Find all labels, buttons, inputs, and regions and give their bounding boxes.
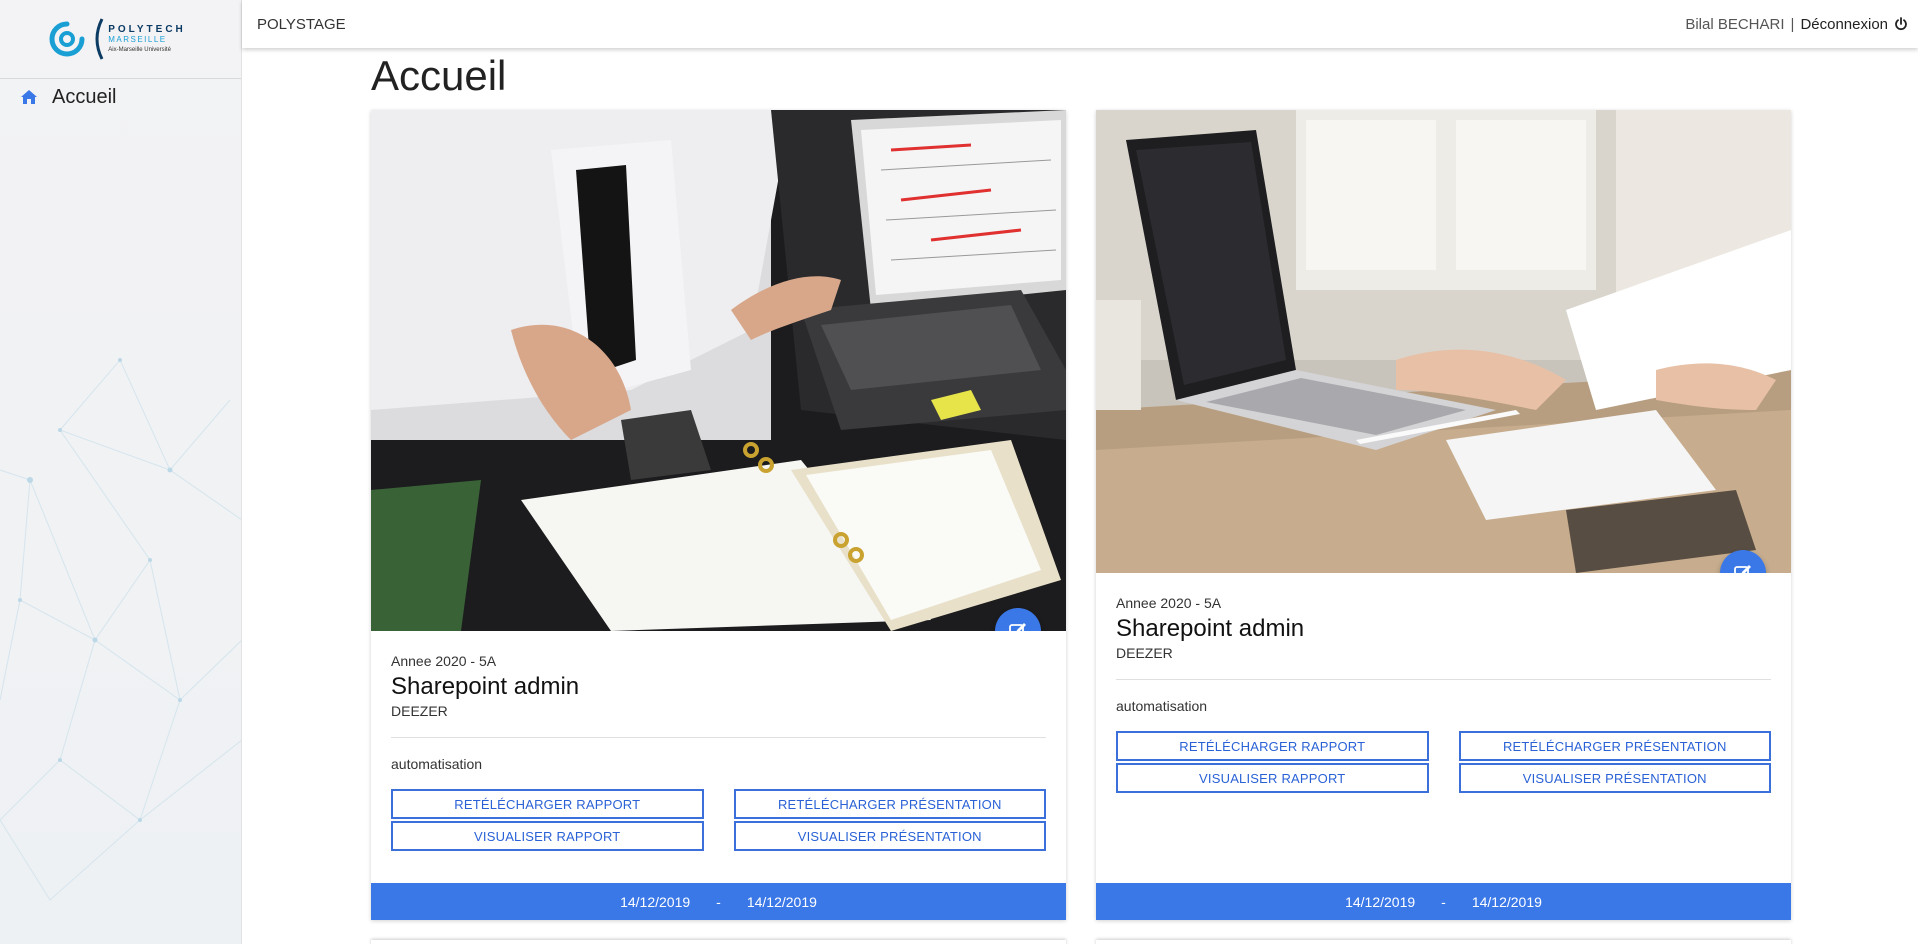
card-actions: RETÉLÉCHARGER RAPPORT RETÉLÉCHARGER PRÉS…: [391, 789, 1046, 851]
sidebar: POLYTECH MARSEILLE Aix-Marseille Univers…: [0, 0, 242, 944]
logo-line2: MARSEILLE: [108, 35, 167, 44]
download-report-button[interactable]: RETÉLÉCHARGER RAPPORT: [391, 789, 704, 819]
laptop-desk-photo: [1096, 110, 1791, 573]
home-icon: [21, 90, 37, 104]
polytech-logo[interactable]: POLYTECH MARSEILLE Aix-Marseille Univers…: [0, 0, 241, 79]
card-photo: [371, 110, 1066, 631]
next-card-stub: [1096, 940, 1791, 944]
card-keyword: automatisation: [1116, 698, 1208, 714]
end-date: 14/12/2019: [1471, 893, 1542, 910]
view-presentation-button[interactable]: VISUALISER PRÉSENTATION: [1458, 763, 1771, 793]
date-separator: -: [716, 893, 721, 910]
logo-line3: Aix-Marseille Université: [108, 47, 171, 53]
logo-line1: POLYTECH: [108, 24, 186, 35]
card-company: DEEZER: [391, 703, 448, 719]
power-icon: [1895, 17, 1907, 31]
view-report-button[interactable]: VISUALISER RAPPORT: [391, 821, 704, 851]
user-name: Bilal BECHARI: [1685, 15, 1785, 33]
card-company: DEEZER: [1116, 645, 1173, 661]
card-year: Annee 2020 - 5A: [391, 653, 497, 669]
internship-card: Annee 2020 - 5A Sharepoint admin DEEZER …: [371, 110, 1066, 920]
internship-card: Annee 2020 - 5A Sharepoint admin DEEZER …: [1096, 110, 1791, 920]
card-dates: 14/12/2019 - 14/12/2019: [1096, 883, 1791, 920]
download-presentation-button[interactable]: RETÉLÉCHARGER PRÉSENTATION: [1458, 731, 1771, 761]
card-year: Annee 2020 - 5A: [1116, 595, 1222, 611]
logout-label: Déconnexion: [1800, 15, 1888, 33]
card-divider: [391, 737, 1046, 738]
top-bar: POLYSTAGE Bilal BECHARI | Déconnexion: [242, 0, 1918, 48]
download-presentation-button[interactable]: RETÉLÉCHARGER PRÉSENTATION: [733, 789, 1046, 819]
view-report-button[interactable]: VISUALISER RAPPORT: [1116, 763, 1429, 793]
card-keyword: automatisation: [391, 756, 483, 772]
card-title: Sharepoint admin: [391, 673, 580, 700]
user-separator: |: [1790, 15, 1795, 33]
app-brand[interactable]: POLYSTAGE: [257, 16, 346, 33]
card-body: Annee 2020 - 5A Sharepoint admin DEEZER …: [1116, 595, 1771, 793]
logo-bracket-icon: [95, 18, 104, 60]
logo-mark-icon: [49, 21, 85, 57]
card-title: Sharepoint admin: [1116, 615, 1305, 642]
page-title: Accueil: [371, 52, 507, 99]
card-divider: [1116, 679, 1771, 680]
view-presentation-button[interactable]: VISUALISER PRÉSENTATION: [733, 821, 1046, 851]
card-dates: 14/12/2019 - 14/12/2019: [371, 883, 1066, 920]
sidebar-item-accueil[interactable]: Accueil: [20, 84, 116, 110]
edit-icon: [1734, 565, 1751, 573]
date-separator: -: [1441, 893, 1446, 910]
start-date: 14/12/2019: [1345, 893, 1416, 910]
office-desk-photo: [371, 110, 1066, 631]
card-actions: RETÉLÉCHARGER RAPPORT RETÉLÉCHARGER PRÉS…: [1116, 731, 1771, 793]
card-body: Annee 2020 - 5A Sharepoint admin DEEZER …: [391, 653, 1046, 851]
end-date: 14/12/2019: [746, 893, 817, 910]
download-report-button[interactable]: RETÉLÉCHARGER RAPPORT: [1116, 731, 1429, 761]
logout-button[interactable]: Déconnexion: [1800, 16, 1908, 33]
user-box: Bilal BECHARI | Déconnexion: [1685, 16, 1908, 33]
start-date: 14/12/2019: [620, 893, 691, 910]
edit-icon: [1009, 623, 1026, 631]
next-card-stub: [371, 940, 1066, 944]
network-background: [0, 358, 241, 901]
sidebar-item-label: Accueil: [52, 85, 117, 108]
card-photo: [1096, 110, 1791, 573]
